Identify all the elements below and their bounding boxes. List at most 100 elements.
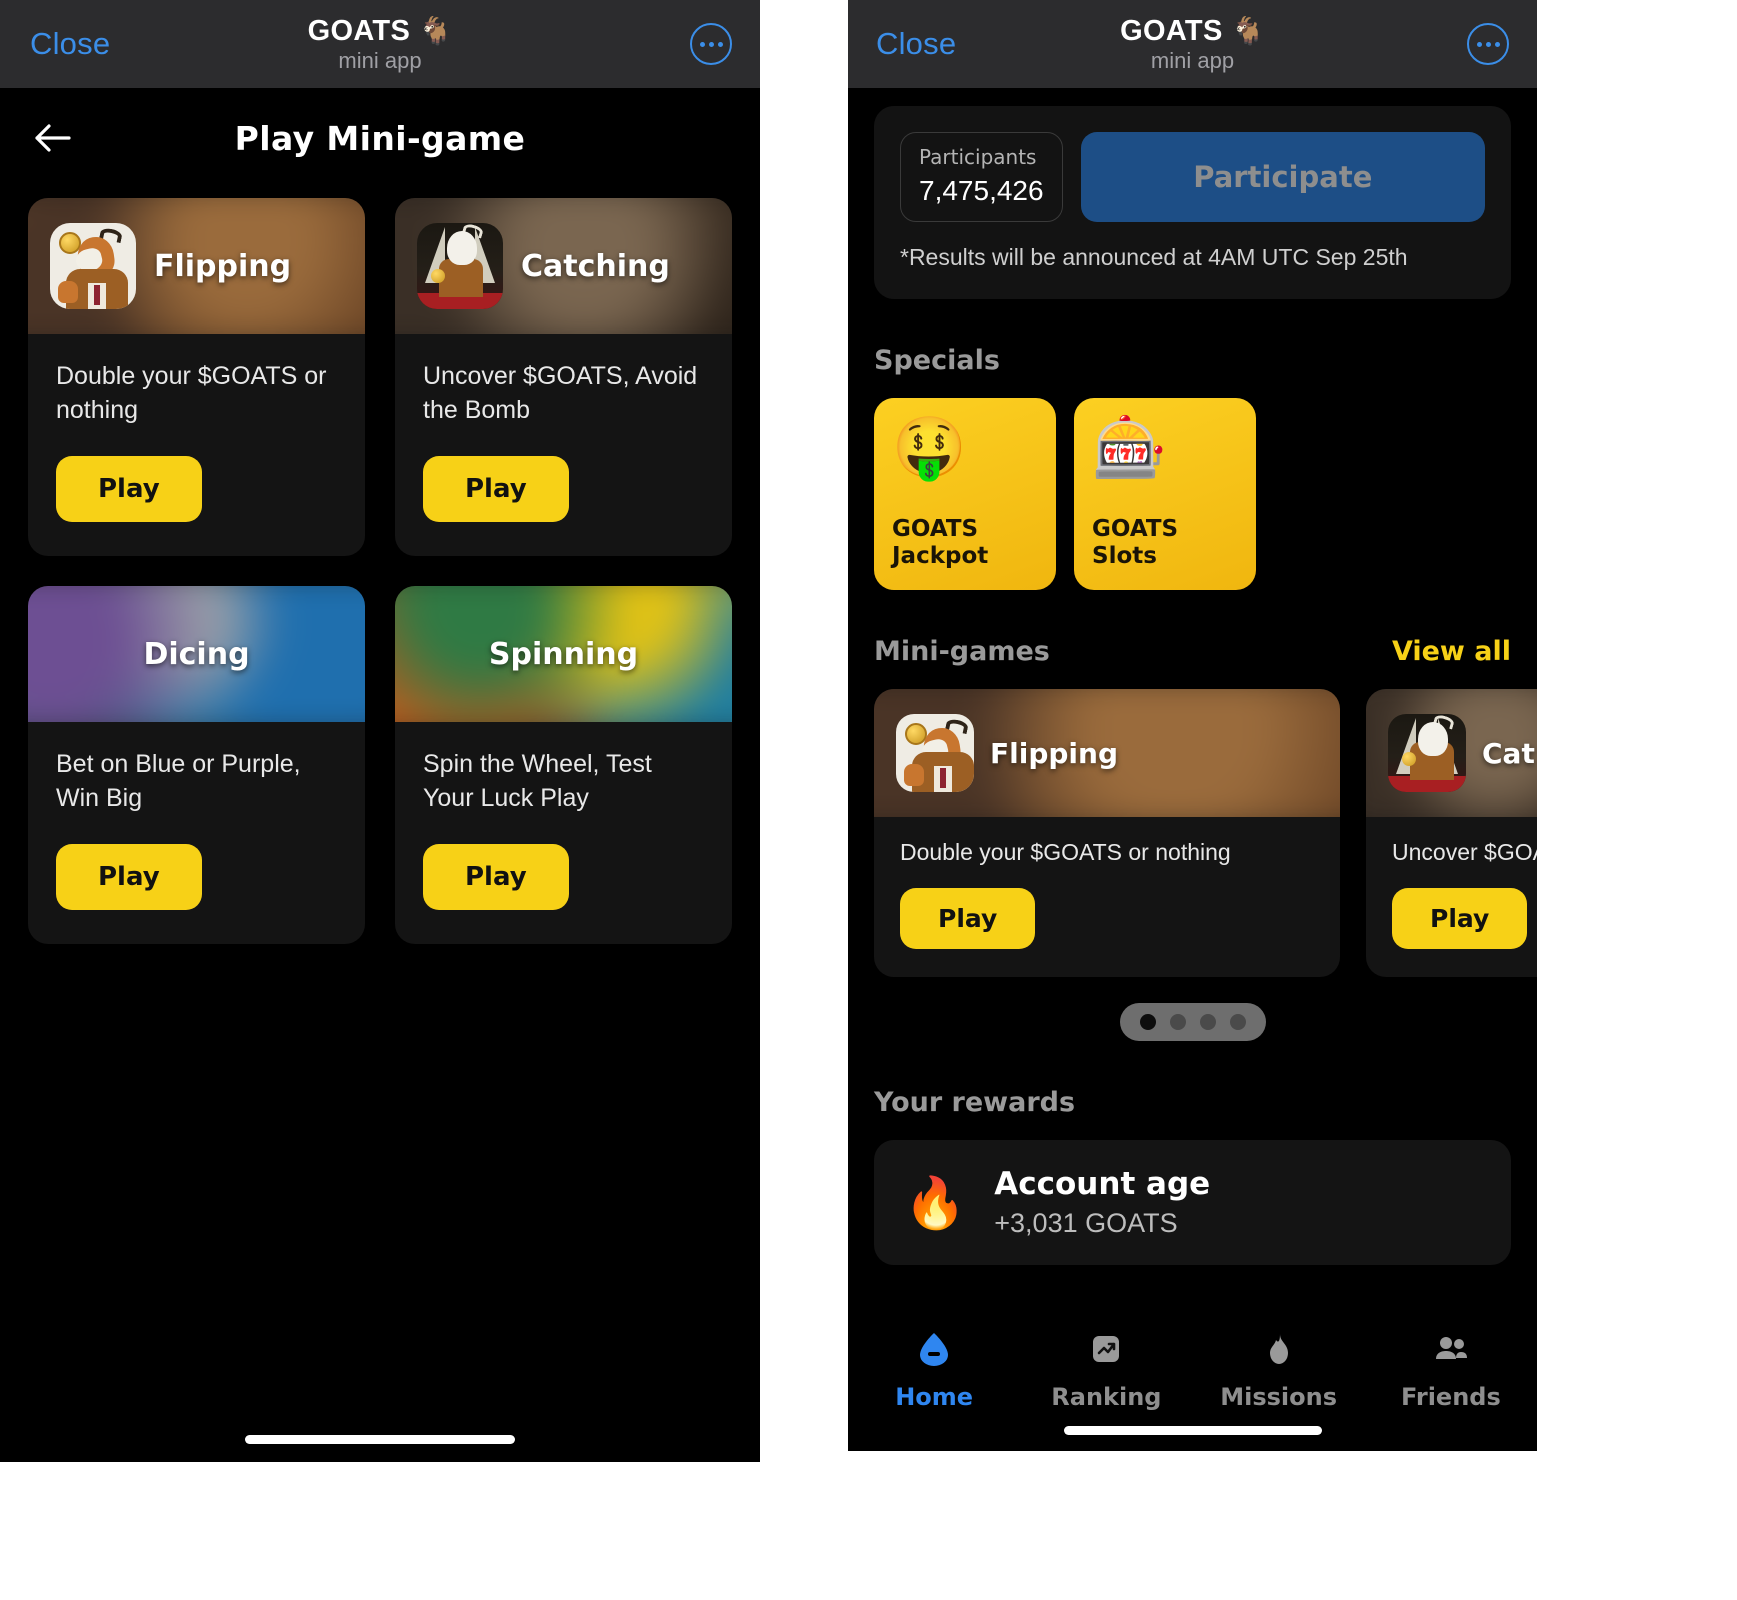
- goat-red-carpet-icon: [417, 223, 503, 309]
- tab-missions[interactable]: Missions: [1193, 1329, 1365, 1411]
- app-title: GOATS 🐐: [308, 16, 453, 46]
- participation-card: Participants 7,475,426 Participate *Resu…: [874, 106, 1511, 299]
- app-title-text: GOATS: [1120, 14, 1223, 47]
- game-title: Catching: [521, 248, 670, 284]
- play-button[interactable]: Play: [423, 844, 569, 910]
- minigame-body: Double your $GOATS or nothing Play: [874, 817, 1340, 977]
- pagination-dot[interactable]: [1139, 1014, 1156, 1030]
- play-button[interactable]: Play: [56, 456, 202, 522]
- game-body: Uncover $GOATS, Avoid the Bomb Play: [395, 334, 732, 556]
- game-hero: Dicing: [28, 586, 365, 722]
- home-indicator: [1063, 1426, 1322, 1435]
- view-all-link[interactable]: View all: [1392, 636, 1511, 667]
- tab-label: Home: [895, 1383, 974, 1411]
- game-card-flipping[interactable]: Flipping Double your $GOATS or nothing P…: [28, 198, 365, 556]
- play-button[interactable]: Play: [1392, 888, 1528, 949]
- close-button[interactable]: Close: [30, 26, 110, 62]
- goat-icon: 🐐: [1230, 15, 1265, 46]
- participants-box: Participants 7,475,426: [900, 132, 1063, 222]
- game-title: Flipping: [154, 248, 292, 284]
- more-horizontal-icon[interactable]: [1467, 23, 1509, 65]
- screenshot-stage: Close GOATS 🐐 mini app Play Mini-game Fl…: [0, 0, 1737, 1600]
- game-description: Bet on Blue or Purple, Win Big: [56, 750, 301, 812]
- game-body: Bet on Blue or Purple, Win Big Play: [28, 722, 365, 944]
- special-card-jackpot[interactable]: 🤑 GOATS Jackpot: [874, 398, 1056, 590]
- app-title-block: GOATS 🐐 mini app: [308, 16, 453, 73]
- game-description: Uncover $GOATS, Avoid the Bomb: [423, 362, 698, 424]
- hero-content: Spinning: [395, 586, 732, 722]
- goat-red-carpet-icon: [1388, 714, 1466, 792]
- special-label-line2: Jackpot: [892, 542, 989, 569]
- game-hero: Catching: [395, 198, 732, 334]
- results-note: *Results will be announced at 4AM UTC Se…: [900, 244, 1408, 270]
- minigame-hero: Flipping: [874, 689, 1340, 817]
- pagination-dot[interactable]: [1229, 1014, 1246, 1030]
- minigame-grid: Flipping Double your $GOATS or nothing P…: [0, 188, 760, 944]
- game-card-spinning[interactable]: Spinning Spin the Wheel, Test Your Luck …: [395, 586, 732, 944]
- more-horizontal-icon[interactable]: [690, 23, 732, 65]
- home-icon: [914, 1329, 954, 1369]
- game-title: Spinning: [488, 636, 639, 672]
- game-body: Double your $GOATS or nothing Play: [28, 334, 365, 556]
- reward-card-account-age[interactable]: 🔥 Account age +3,031 GOATS: [874, 1140, 1511, 1265]
- left-phone-screen: Close GOATS 🐐 mini app Play Mini-game Fl…: [0, 0, 760, 1462]
- right-phone-screen: Close GOATS 🐐 mini app Participants 7,47…: [848, 0, 1537, 1451]
- fire-icon: 🔥: [904, 1174, 967, 1231]
- app-title: GOATS 🐐: [1120, 16, 1265, 46]
- game-title: Dicing: [143, 636, 250, 672]
- reward-name: Account age: [994, 1166, 1211, 1202]
- tab-friends[interactable]: Friends: [1365, 1329, 1537, 1411]
- game-body: Spin the Wheel, Test Your Luck Play Play: [395, 722, 732, 944]
- rewards-title: Your rewards: [874, 1087, 1076, 1118]
- page-title: Play Mini-game: [234, 118, 526, 158]
- people-icon: [1431, 1329, 1471, 1369]
- game-hero: Spinning: [395, 586, 732, 722]
- reward-amount: +3,031 GOATS: [994, 1208, 1178, 1238]
- game-card-catching[interactable]: Catching Uncover $GOATS, Avoid the Bomb …: [395, 198, 732, 556]
- hero-content: Flipping: [874, 689, 1340, 817]
- minigame-card-catching[interactable]: Cat Uncover $GOATS Play: [1366, 689, 1537, 977]
- participate-button[interactable]: Participate: [1080, 132, 1485, 222]
- pagination-dot[interactable]: [1169, 1014, 1186, 1030]
- game-hero: Flipping: [28, 198, 365, 334]
- home-scroll-content: Participants 7,475,426 Participate *Resu…: [848, 88, 1537, 1451]
- telegram-top-bar-right: Close GOATS 🐐 mini app: [848, 0, 1537, 88]
- minigames-carousel[interactable]: Flipping Double your $GOATS or nothing P…: [848, 689, 1537, 977]
- tab-ranking[interactable]: Ranking: [1020, 1329, 1192, 1411]
- app-subtitle: mini app: [338, 48, 422, 74]
- arrow-left-icon[interactable]: [30, 116, 74, 160]
- minigames-title: Mini-games: [874, 636, 1050, 667]
- minigame-hero: Cat: [1366, 689, 1537, 817]
- money-face-icon: 🤑: [892, 414, 967, 481]
- minigames-section-header: Mini-games View all: [874, 636, 1511, 667]
- game-card-dicing[interactable]: Dicing Bet on Blue or Purple, Win Big Pl…: [28, 586, 365, 944]
- play-button[interactable]: Play: [56, 844, 202, 910]
- rewards-section-header: Your rewards: [874, 1087, 1511, 1118]
- slot-machine-icon: 🎰: [1092, 414, 1167, 481]
- flame-icon: [1259, 1329, 1299, 1369]
- close-button[interactable]: Close: [876, 26, 956, 62]
- tab-label: Ranking: [1051, 1383, 1162, 1411]
- minigame-description: Uncover $GOATS: [1392, 839, 1537, 865]
- reward-text-block: Account age +3,031 GOATS: [994, 1166, 1210, 1239]
- minigame-card-flipping[interactable]: Flipping Double your $GOATS or nothing P…: [874, 689, 1340, 977]
- special-label-line1: GOATS: [892, 515, 979, 542]
- minigame-page-header: Play Mini-game: [0, 88, 760, 188]
- special-label-line2: Slots: [1092, 542, 1157, 569]
- carousel-pagination[interactable]: [848, 1003, 1537, 1041]
- play-button[interactable]: Play: [423, 456, 569, 522]
- tab-home[interactable]: Home: [848, 1329, 1020, 1411]
- minigame-body: Uncover $GOATS Play: [1366, 817, 1537, 977]
- hero-content: Flipping: [28, 198, 365, 334]
- pagination-dot[interactable]: [1199, 1014, 1216, 1030]
- hero-content: Catching: [395, 198, 732, 334]
- play-button[interactable]: Play: [900, 888, 1036, 949]
- special-label-line1: GOATS: [1092, 515, 1179, 542]
- special-card-slots[interactable]: 🎰 GOATS Slots: [1074, 398, 1256, 590]
- special-card-label: GOATS Slots: [1092, 516, 1238, 570]
- goat-coin-flip-icon: [50, 223, 136, 309]
- game-description: Spin the Wheel, Test Your Luck Play: [423, 750, 652, 812]
- pagination-pill: [1119, 1003, 1266, 1041]
- hero-content: Cat: [1366, 689, 1537, 817]
- minigame-title: Cat: [1482, 736, 1535, 770]
